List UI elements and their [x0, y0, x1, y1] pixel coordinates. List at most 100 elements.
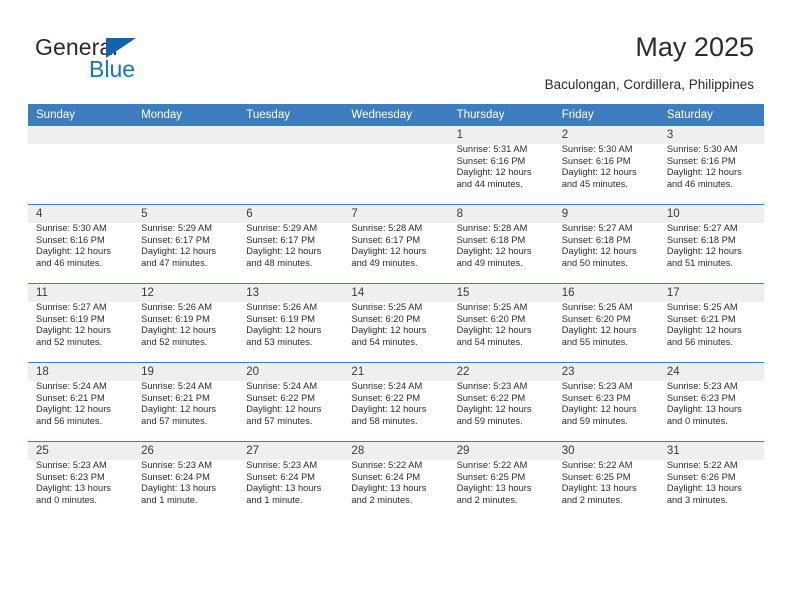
daylight-text: Daylight: 12 hours and 59 minutes.	[561, 404, 637, 426]
day-box: 28 Sunrise: 5:22 AM Sunset: 6:24 PM Dayligh…	[343, 442, 449, 520]
calendar-day-cell[interactable]: 12 Sunrise: 5:26 AM Sunset: 6:19 PM Dayligh…	[133, 283, 239, 363]
calendar-day-cell[interactable]: 19 Sunrise: 5:24 AM Sunset: 6:21 PM Dayligh…	[133, 362, 239, 442]
sunrise-text: Sunrise: 5:27 AM	[666, 223, 738, 233]
day-sun-info: Sunrise: 5:28 AM Sunset: 6:18 PM Daylight:…	[449, 220, 554, 269]
sunset-text: Sunset: 6:16 PM	[36, 234, 105, 245]
calendar-day-cell[interactable]: 25 Sunrise: 5:23 AM Sunset: 6:23 PM Dayligh…	[28, 441, 134, 520]
day-number: 26	[141, 445, 154, 457]
day-sun-info: Sunrise: 5:25 AM Sunset: 6:21 PM Daylight:…	[659, 299, 764, 348]
day-box: 10 Sunrise: 5:27 AM Sunset: 6:18 PM Dayligh…	[658, 205, 764, 283]
day-sun-info: Sunrise: 5:22 AM Sunset: 6:25 PM Daylight:…	[449, 457, 554, 506]
day-box: 11 Sunrise: 5:27 AM Sunset: 6:19 PM Dayligh…	[28, 284, 134, 362]
calendar-day-cell[interactable]: 2 Sunrise: 5:30 AM Sunset: 6:16 PM Daylight…	[553, 126, 659, 205]
calendar-day-cell[interactable]: 18 Sunrise: 5:24 AM Sunset: 6:21 PM Dayligh…	[28, 362, 134, 442]
sunrise-text: Sunrise: 5:23 AM	[456, 381, 528, 391]
day-number: 6	[246, 208, 253, 220]
day-box: 15 Sunrise: 5:25 AM Sunset: 6:20 PM Dayligh…	[448, 284, 554, 362]
day-box: 19 Sunrise: 5:24 AM Sunset: 6:21 PM Dayligh…	[133, 363, 239, 441]
calendar-day-cell[interactable]: 7 Sunrise: 5:28 AM Sunset: 6:17 PM Daylight…	[343, 204, 449, 284]
day-box: 17 Sunrise: 5:25 AM Sunset: 6:21 PM Dayligh…	[658, 284, 764, 362]
weekday-monday: Monday	[133, 104, 239, 126]
calendar-day-cell[interactable]: 24 Sunrise: 5:23 AM Sunset: 6:23 PM Dayligh…	[658, 362, 764, 442]
day-box: 13 Sunrise: 5:26 AM Sunset: 6:19 PM Dayligh…	[238, 284, 344, 362]
calendar-day-cell[interactable]: 4 Sunrise: 5:30 AM Sunset: 6:16 PM Daylight…	[28, 204, 134, 284]
sunset-text: Sunset: 6:22 PM	[351, 392, 421, 403]
calendar-day-cell[interactable]: 14 Sunrise: 5:25 AM Sunset: 6:20 PM Dayligh…	[343, 283, 449, 363]
calendar-page: General Blue May 2025 Baculongan, Cordil…	[0, 0, 792, 612]
calendar-day-cell[interactable]: 13 Sunrise: 5:26 AM Sunset: 6:19 PM Dayligh…	[238, 283, 344, 363]
day-sun-info: Sunrise: 5:29 AM Sunset: 6:17 PM Daylight:…	[238, 220, 343, 269]
day-box: 31 Sunrise: 5:22 AM Sunset: 6:26 PM Dayligh…	[658, 442, 764, 520]
sunset-text: Sunset: 6:23 PM	[36, 471, 105, 482]
daylight-text: Daylight: 13 hours and 1 minute.	[141, 483, 217, 505]
day-sun-info: Sunrise: 5:23 AM Sunset: 6:24 PM Daylight:…	[133, 457, 238, 506]
day-sun-info: Sunrise: 5:24 AM Sunset: 6:21 PM Daylight:…	[133, 378, 238, 427]
calendar-day-cell[interactable]: 6 Sunrise: 5:29 AM Sunset: 6:17 PM Daylight…	[238, 204, 344, 284]
daylight-text: Daylight: 12 hours and 46 minutes.	[36, 246, 111, 268]
day-number: 24	[666, 366, 680, 378]
day-number: 8	[456, 208, 463, 220]
sunrise-text: Sunrise: 5:25 AM	[351, 302, 423, 312]
calendar-day-cell[interactable]: 15 Sunrise: 5:25 AM Sunset: 6:20 PM Dayligh…	[448, 283, 554, 363]
calendar-day-cell[interactable]: 1 Sunrise: 5:31 AM Sunset: 6:16 PM Daylight…	[448, 126, 554, 205]
day-box: 8 Sunrise: 5:28 AM Sunset: 6:18 PM Daylight…	[448, 205, 554, 283]
daylight-text: Daylight: 12 hours and 59 minutes.	[456, 404, 532, 426]
sunset-text: Sunset: 6:16 PM	[666, 155, 736, 166]
weekday-sunday: Sunday	[28, 104, 134, 126]
calendar-day-cell[interactable]: 3 Sunrise: 5:30 AM Sunset: 6:16 PM Daylight…	[658, 126, 764, 205]
sunrise-text: Sunrise: 5:23 AM	[246, 460, 318, 470]
day-sun-info: Sunrise: 5:28 AM Sunset: 6:17 PM Daylight:…	[343, 220, 448, 269]
calendar-day-cell[interactable]: 27 Sunrise: 5:23 AM Sunset: 6:24 PM Dayligh…	[238, 441, 344, 520]
sunrise-text: Sunrise: 5:27 AM	[561, 223, 633, 233]
calendar-table: Sunday Monday Tuesday Wednesday Thursday…	[28, 104, 764, 520]
calendar-day-cell[interactable]: 22 Sunrise: 5:23 AM Sunset: 6:22 PM Dayligh…	[448, 362, 554, 442]
daylight-text: Daylight: 13 hours and 1 minute.	[246, 483, 322, 505]
day-sun-info: Sunrise: 5:23 AM Sunset: 6:23 PM Daylight:…	[659, 378, 764, 427]
calendar-day-cell[interactable]: 31 Sunrise: 5:22 AM Sunset: 6:26 PM Dayligh…	[658, 441, 764, 520]
calendar-day-cell[interactable]: 29 Sunrise: 5:22 AM Sunset: 6:25 PM Dayligh…	[448, 441, 554, 520]
brand-name-blue: Blue	[89, 56, 136, 82]
sunset-text: Sunset: 6:19 PM	[141, 313, 210, 324]
day-box: 9 Sunrise: 5:27 AM Sunset: 6:18 PM Daylight…	[553, 205, 659, 283]
day-number: 28	[351, 445, 365, 457]
daylight-text: Daylight: 12 hours and 49 minutes.	[351, 246, 427, 268]
calendar-day-cell[interactable]: 26 Sunrise: 5:23 AM Sunset: 6:24 PM Dayligh…	[133, 441, 239, 520]
sunrise-text: Sunrise: 5:29 AM	[246, 223, 318, 233]
daylight-text: Daylight: 13 hours and 0 minutes.	[666, 404, 742, 426]
calendar-day-cell[interactable]: 28 Sunrise: 5:22 AM Sunset: 6:24 PM Dayligh…	[343, 441, 449, 520]
sunset-text: Sunset: 6:18 PM	[561, 234, 631, 245]
sunrise-text: Sunrise: 5:27 AM	[36, 302, 107, 312]
calendar-day-cell-empty	[28, 126, 134, 205]
calendar-day-cell[interactable]: 9 Sunrise: 5:27 AM Sunset: 6:18 PM Daylight…	[553, 204, 659, 284]
sunset-text: Sunset: 6:19 PM	[246, 313, 316, 324]
calendar-day-cell[interactable]: 23 Sunrise: 5:23 AM Sunset: 6:23 PM Dayligh…	[553, 362, 659, 442]
calendar-day-cell[interactable]: 8 Sunrise: 5:28 AM Sunset: 6:18 PM Daylight…	[448, 204, 554, 284]
daylight-text: Daylight: 12 hours and 54 minutes.	[456, 325, 532, 347]
calendar-day-cell[interactable]: 21 Sunrise: 5:24 AM Sunset: 6:22 PM Dayligh…	[343, 362, 449, 442]
day-number: 13	[246, 287, 260, 299]
daylight-text: Daylight: 13 hours and 3 minutes.	[666, 483, 742, 505]
calendar-day-cell[interactable]: 10 Sunrise: 5:27 AM Sunset: 6:18 PM Dayligh…	[658, 204, 764, 284]
calendar-day-cell[interactable]: 30 Sunrise: 5:22 AM Sunset: 6:25 PM Dayligh…	[553, 441, 659, 520]
day-number: 23	[561, 366, 575, 378]
day-box: 20 Sunrise: 5:24 AM Sunset: 6:22 PM Dayligh…	[238, 363, 344, 441]
weekday-tuesday: Tuesday	[238, 104, 344, 126]
day-number: 30	[561, 445, 575, 457]
day-number: 27	[246, 445, 260, 457]
day-sun-info: Sunrise: 5:26 AM Sunset: 6:19 PM Daylight:…	[238, 299, 343, 348]
calendar-day-cell[interactable]: 17 Sunrise: 5:25 AM Sunset: 6:21 PM Dayligh…	[658, 283, 764, 363]
daylight-text: Daylight: 12 hours and 55 minutes.	[561, 325, 637, 347]
day-box: 7 Sunrise: 5:28 AM Sunset: 6:17 PM Daylight…	[343, 205, 449, 283]
calendar-day-cell[interactable]: 11 Sunrise: 5:27 AM Sunset: 6:19 PM Dayligh…	[28, 283, 134, 363]
sunrise-text: Sunrise: 5:23 AM	[36, 460, 107, 470]
day-box: 1 Sunrise: 5:31 AM Sunset: 6:16 PM Daylight…	[448, 126, 554, 204]
day-number: 22	[456, 366, 470, 378]
brand-logo[interactable]: General Blue	[35, 34, 255, 82]
day-box	[238, 126, 344, 204]
calendar-day-cell[interactable]: 20 Sunrise: 5:24 AM Sunset: 6:22 PM Dayligh…	[238, 362, 344, 442]
calendar-day-cell[interactable]: 5 Sunrise: 5:29 AM Sunset: 6:17 PM Daylight…	[133, 204, 239, 284]
day-box: 22 Sunrise: 5:23 AM Sunset: 6:22 PM Dayligh…	[448, 363, 554, 441]
calendar-day-cell-empty	[238, 126, 344, 205]
sunrise-text: Sunrise: 5:23 AM	[561, 381, 633, 391]
calendar-day-cell[interactable]: 16 Sunrise: 5:25 AM Sunset: 6:20 PM Dayligh…	[553, 283, 659, 363]
